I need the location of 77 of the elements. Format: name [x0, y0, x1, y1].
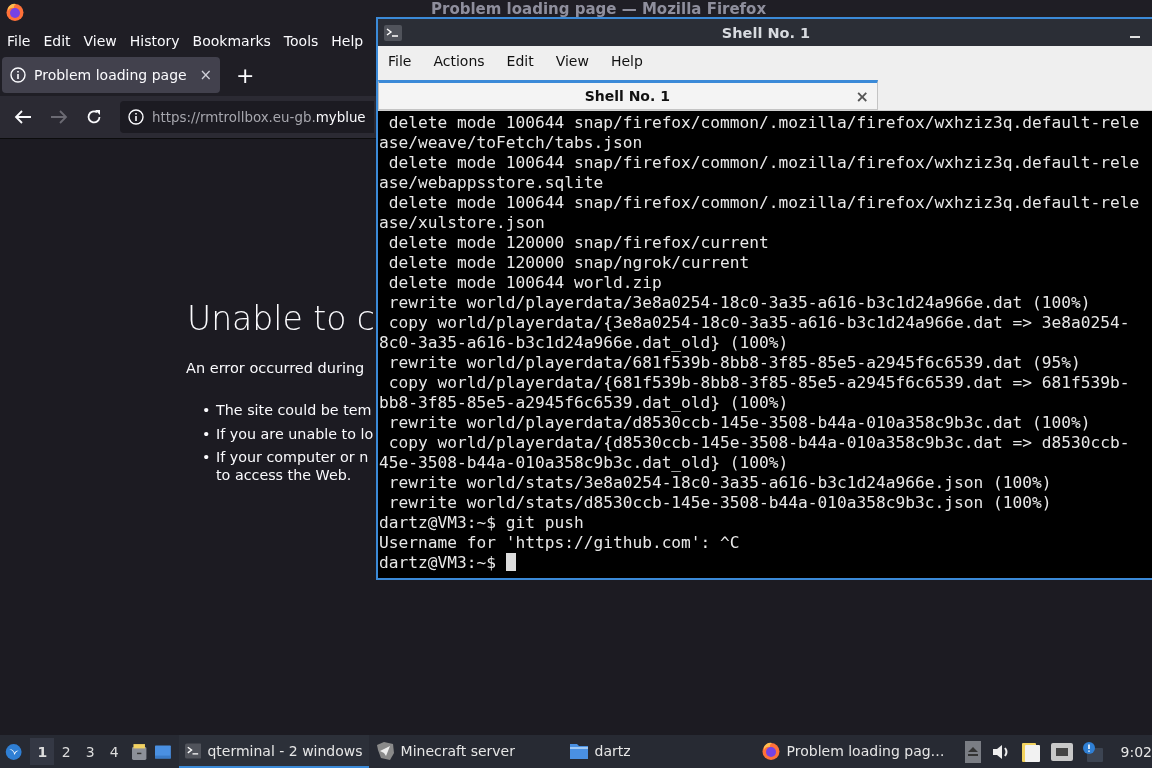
terminal-line: copy world/playerdata/{681f539b-8bb8-3f85-85e5-a2945f6c6539.dat => 681f539b- [387, 373, 1131, 393]
terminal-line: rewrite world/playerdata/3e8a0254-18c0-3a35-a616-b3c1d24a966e.dat (100%) [387, 293, 1092, 313]
window-title: Problem loading page — Mozilla Firefox [431, 0, 767, 18]
notification-icon[interactable] [1082, 741, 1103, 762]
menu-item[interactable]: Edit [506, 51, 534, 71]
bullet: • [202, 449, 212, 467]
terminal-line: ase/webappsstore.sqlite [379, 173, 605, 193]
menu-item[interactable]: History [125, 31, 184, 51]
menu-item[interactable]: File [3, 31, 35, 51]
clipboard-icon[interactable] [1020, 740, 1041, 763]
terminal-line: ase/weave/toFetch/tabs.json [379, 133, 644, 153]
menu-item[interactable]: Bookmarks [188, 31, 275, 51]
terminal-line: rewrite world/playerdata/681f539b-8bb8-3f85-85e5-a2945f6c6539.dat (95%) [387, 353, 1082, 373]
terminal-line: dartz@VM3:~$ git push [379, 513, 585, 533]
menu-item[interactable]: Help [327, 31, 368, 51]
minimize-icon[interactable] [1130, 35, 1140, 38]
taskbar-button[interactable]: Minecraft server [368, 735, 563, 768]
terminal-icon [184, 742, 202, 759]
desktop-switch[interactable]: 2 [54, 738, 79, 765]
address-bar[interactable]: https://rmtrollbox.eu-gb.myblue [120, 101, 374, 133]
bullet: • [202, 402, 212, 420]
menu-item[interactable]: Tools [279, 31, 323, 51]
terminal-line: copy world/playerdata/{3e8a0254-18c0-3a35-a616-b3c1d24a966e.dat => 3e8a0254- [387, 313, 1131, 333]
window-title: Shell No. 1 [720, 24, 812, 41]
terminal-icon [384, 24, 402, 41]
terminal-line: delete mode 100644 world.zip [387, 273, 663, 293]
terminal-line: delete mode 100644 snap/firefox/common/.mozilla/firefox/wxhziz3q.default-rele [387, 193, 1141, 213]
terminal-line: ase/xulstore.json [379, 213, 546, 233]
bullet: • [202, 425, 212, 443]
terminal-line: delete mode 100644 snap/firefox/common/.mozilla/firefox/wxhziz3q.default-rele [387, 153, 1141, 173]
menu-item[interactable]: Help [610, 51, 643, 71]
folder-icon [568, 741, 589, 760]
terminal-line: delete mode 120000 snap/ngrok/current [387, 253, 751, 273]
close-tab-button[interactable]: × [199, 66, 212, 84]
taskbar-button[interactable]: qterminal - 2 windows [178, 735, 369, 768]
info-icon[interactable] [128, 109, 144, 125]
menu-item[interactable]: Actions [433, 51, 485, 71]
terminal-line: Username for 'https://github.com': ^C [379, 533, 741, 553]
cursor-icon [505, 553, 516, 571]
terminal-line: copy world/playerdata/{d8530ccb-145e-3508-b44a-010a358c9b3c.dat => d8530ccb- [387, 433, 1131, 453]
desktop-switch[interactable]: 4 [102, 738, 127, 765]
terminal-line: dartz@VM3:~$ [379, 553, 1152, 573]
error-hint: If your computer or n to access the Web. [216, 449, 369, 484]
terminal-line: delete mode 120000 snap/firefox/current [387, 233, 770, 253]
forward-icon[interactable] [50, 110, 68, 124]
error-heading: Unable to c [187, 299, 375, 338]
network-icon[interactable] [1050, 742, 1073, 761]
taskbar-button[interactable]: dartz [562, 735, 755, 768]
desktop-switch[interactable]: 1 [30, 738, 55, 765]
menu-item[interactable]: View [555, 51, 589, 71]
terminal-line: 45e-3508-b44a-010a358c9b3c.dat_old} (100%) [379, 453, 790, 473]
terminal-line: rewrite world/stats/d8530ccb-145e-3508-b44a-010a358c9b3c.json (100%) [387, 493, 1053, 513]
close-tab-button[interactable]: × [855, 86, 869, 106]
terminal-tab[interactable]: Shell No. 1 × [378, 80, 878, 110]
taskbar-button[interactable]: Problem loading pag… [754, 735, 955, 768]
error-message: An error occurred during [186, 360, 365, 376]
back-icon[interactable] [14, 110, 32, 124]
menu-item[interactable]: File [388, 51, 412, 71]
firefox-logo-icon [5, 2, 25, 22]
menu-item[interactable]: View [79, 31, 121, 51]
firefox-icon [760, 740, 781, 761]
menu-item[interactable]: Edit [39, 31, 75, 51]
terminal-line: bb8-3f85-85e5-a2945f6c6539.dat_old} (100%) [379, 393, 790, 413]
error-hint: The site could be tem [216, 402, 372, 420]
terminal-line: rewrite world/stats/3e8a0254-18c0-3a35-a616-b3c1d24a966e.json (100%) [387, 473, 1053, 493]
error-hint: If you are unable to lo [216, 425, 374, 443]
paper-plane-icon [374, 740, 395, 761]
terminal-line: 8c0-3a35-a616-b3c1d24a966e.dat_old} (100%) [379, 333, 790, 353]
new-tab-button[interactable]: + [228, 62, 263, 88]
browser-tab[interactable]: Problem loading page × [2, 57, 220, 93]
clock[interactable]: 9:02 [1120, 743, 1152, 760]
terminal-line: rewrite world/playerdata/d8530ccb-145e-3508-b44a-010a358c9b3c.dat (100%) [387, 413, 1092, 433]
eject-icon[interactable] [964, 740, 981, 763]
info-icon [10, 67, 26, 83]
reload-icon[interactable] [86, 109, 102, 125]
desktop-switch[interactable]: 3 [78, 738, 103, 765]
terminal-line: delete mode 100644 snap/firefox/common/.mozilla/firefox/wxhziz3q.default-rele [387, 113, 1141, 133]
